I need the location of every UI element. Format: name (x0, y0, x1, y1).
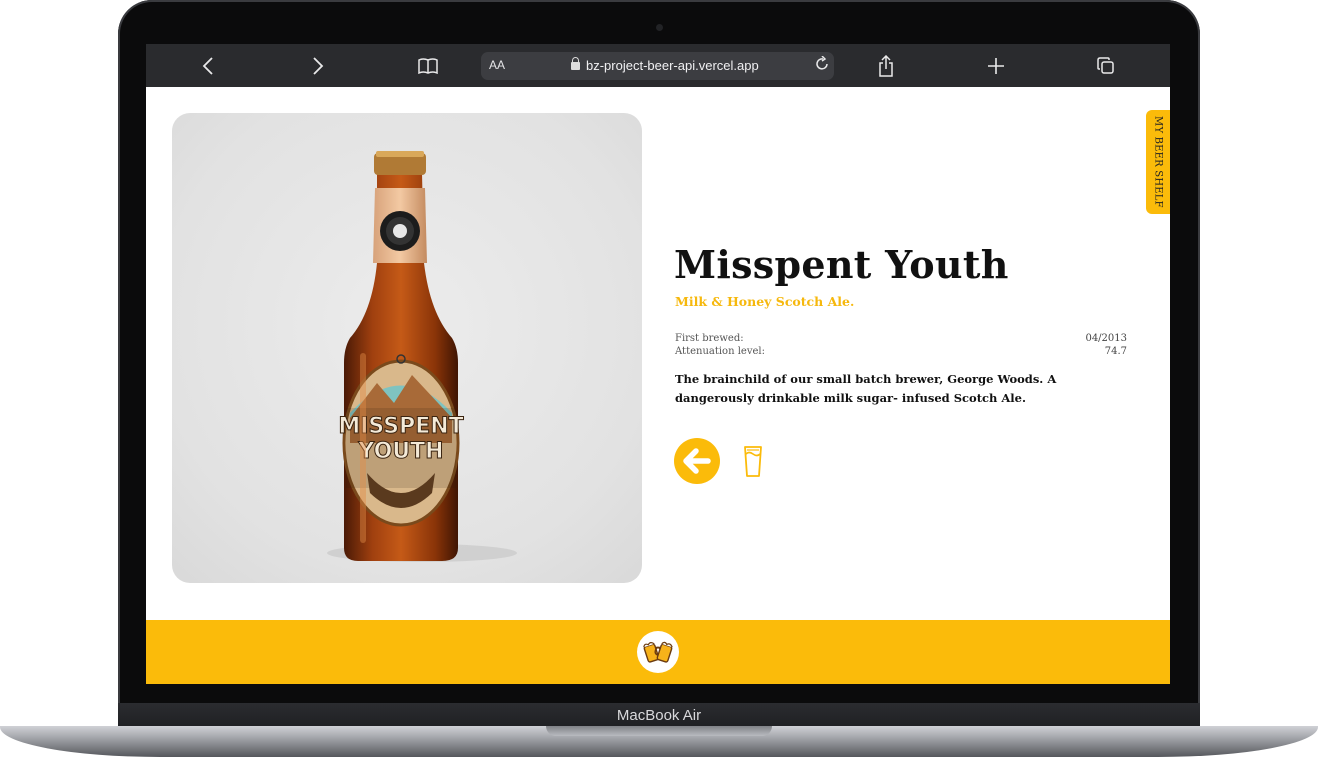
share-icon[interactable] (874, 54, 898, 78)
beer-tagline: Milk & Honey Scotch Ale. (675, 294, 855, 309)
camera (656, 24, 663, 31)
beer-image: MISSPENT YOUTH (172, 113, 642, 583)
lock-icon (571, 57, 580, 70)
browser-toolbar: AA bz-project-beer-api.vercel.app (146, 44, 1170, 87)
attenuation-value: 74.7 (1104, 346, 1127, 357)
browser-screen: AA bz-project-beer-api.vercel.app MISSPE… (146, 44, 1170, 684)
text-size-button[interactable]: AA (489, 58, 505, 72)
plus-icon[interactable] (984, 54, 1008, 78)
label-text-youth: YOUTH (357, 439, 443, 464)
chevron-left-icon[interactable] (196, 54, 220, 78)
laptop-notch (546, 726, 772, 736)
tabs-icon[interactable] (1094, 54, 1118, 78)
chevron-right-icon[interactable] (306, 54, 330, 78)
beer-description: The brainchild of our small batch brewer… (675, 372, 1057, 405)
my-beer-shelf-tab[interactable]: MY BEER SHELF (1146, 110, 1170, 214)
first-brewed-row: First brewed: 04/2013 (675, 333, 1127, 344)
back-button[interactable] (674, 438, 720, 484)
cheers-mugs-icon[interactable] (637, 631, 679, 673)
url-label: bz-project-beer-api.vercel.app (586, 58, 759, 73)
footer (146, 620, 1170, 684)
address-bar[interactable]: AA bz-project-beer-api.vercel.app (481, 52, 834, 80)
book-icon[interactable] (416, 54, 440, 78)
arrow-left-icon (674, 438, 720, 484)
first-brewed-value: 04/2013 (1085, 333, 1127, 344)
reload-icon[interactable] (814, 55, 830, 77)
beer-name: Misspent Youth (674, 242, 1009, 287)
label-text-misspent: MISSPENT (338, 414, 463, 439)
beer-glass-icon[interactable] (743, 444, 763, 478)
first-brewed-label: First brewed: (675, 333, 744, 344)
attenuation-row: Attenuation level: 74.7 (675, 346, 1127, 357)
url-text: bz-project-beer-api.vercel.app (571, 57, 759, 73)
attenuation-label: Attenuation level: (675, 346, 765, 357)
